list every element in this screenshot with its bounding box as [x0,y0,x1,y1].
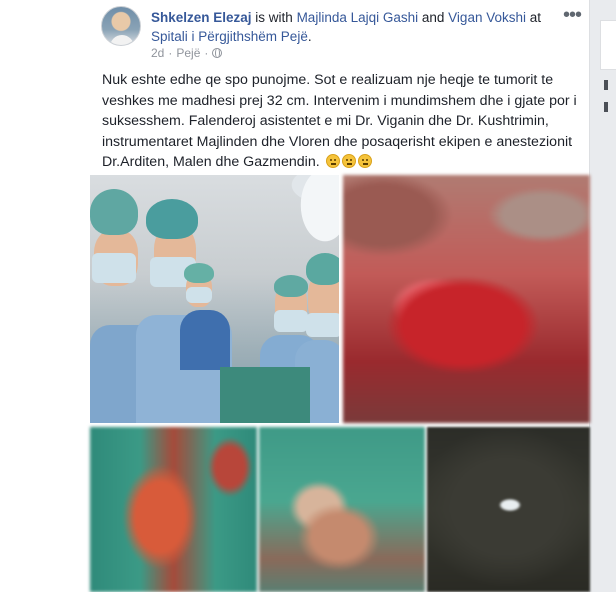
author-avatar[interactable] [101,6,141,46]
right-sidebar [600,0,616,592]
globe-icon[interactable] [212,48,223,58]
and-text: and [418,10,449,25]
meta-separator-2: · [204,46,209,60]
place-link[interactable]: Spitali i Përgjithshëm Pejë [151,29,308,44]
operating-table [220,367,310,423]
post-header: Shkelzen Elezaj is with Majlinda Lajqi G… [151,8,556,46]
at-text: at [525,10,541,25]
meta-separator: · [168,46,173,60]
post-meta: 2d · Pejë · [151,46,223,60]
photo-tumor-2[interactable] [90,427,257,592]
photo-surgical-team[interactable] [90,175,339,423]
confused-face-emoji-icon [325,154,340,168]
post-location[interactable]: Pejë [176,46,200,60]
right-sidebar-text-fragment-2 [604,102,608,112]
right-sidebar-text-fragment [604,80,608,90]
feed-post: Shkelzen Elezaj is with Majlinda Lajqi G… [0,0,590,592]
photo-tumor-1[interactable] [343,175,590,423]
tagged-user-2-link[interactable]: Vigan Vokshi [448,10,526,25]
with-text: is with [251,10,297,25]
photo-tumor-4[interactable] [427,427,590,592]
more-options-icon[interactable]: ••• [563,4,582,27]
right-sidebar-card [600,20,616,70]
post-body: Nuk eshte edhe qe spo punojme. Sot e rea… [102,72,577,170]
confused-face-emoji-icon [341,154,356,168]
photo-tumor-3[interactable] [259,427,425,592]
confused-face-emoji-icon [357,154,372,168]
period-text: . [307,29,312,44]
post-timestamp[interactable]: 2d [151,46,164,60]
author-name-link[interactable]: Shkelzen Elezaj [151,10,252,25]
post-text: Nuk eshte edhe qe spo punojme. Sot e rea… [102,70,580,173]
tagged-user-1-link[interactable]: Majlinda Lajqi Gashi [297,10,419,25]
